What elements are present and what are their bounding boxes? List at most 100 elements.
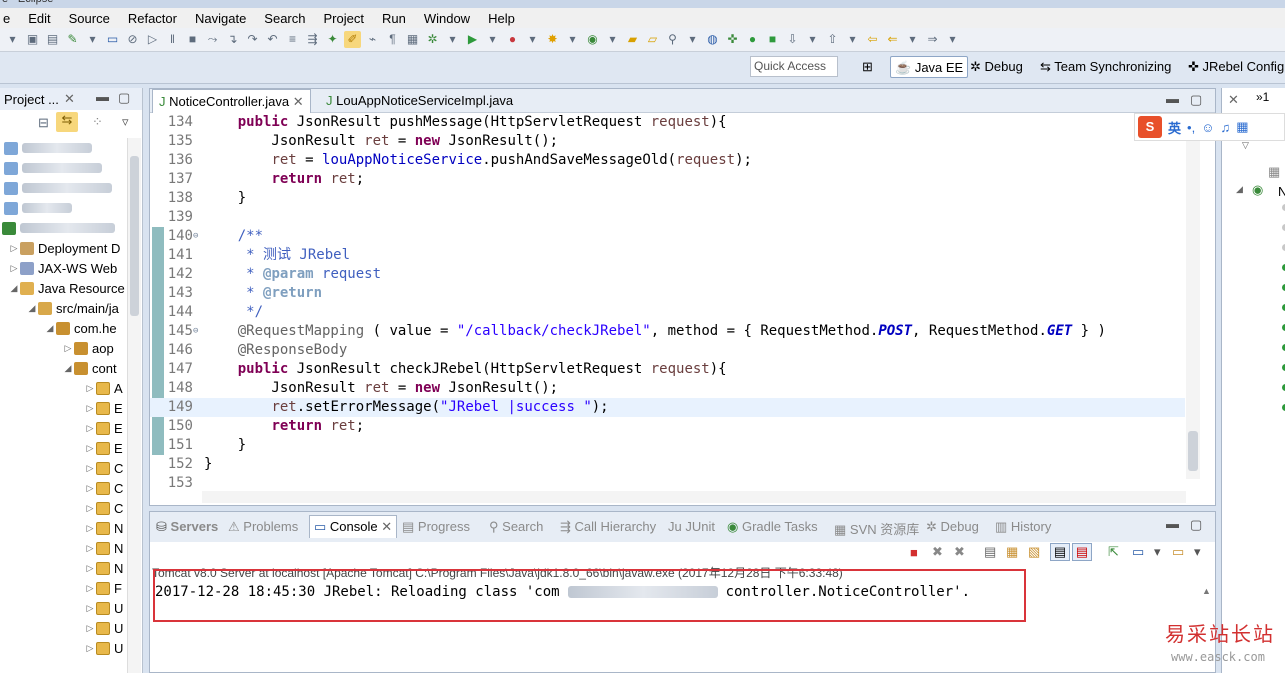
tree-item-src-main[interactable]: ◢ src/main/ja <box>26 298 119 318</box>
dropdown-arrow-icon[interactable]: ▾ <box>684 31 701 48</box>
code-area[interactable]: 134 public JsonResult pushMessage(HttpSe… <box>150 113 1185 493</box>
explorer-scrollbar[interactable] <box>127 138 141 673</box>
expand-arrow-icon[interactable]: ▷ <box>84 623 96 634</box>
toggle-mark-occurrences-icon[interactable]: ✐ <box>344 31 361 48</box>
ime-language[interactable]: 英 <box>1168 118 1181 137</box>
minimize-icon[interactable]: ▬ <box>1166 91 1179 106</box>
link-with-editor-icon[interactable]: ⇆ <box>56 112 78 132</box>
tree-item-class[interactable]: ▷ U <box>84 598 124 618</box>
forward-icon[interactable]: ⇒ <box>924 31 941 48</box>
expand-arrow-icon[interactable]: ▷ <box>8 243 20 254</box>
tree-item-aop[interactable]: ▷ aop <box>62 338 114 358</box>
step-return-icon[interactable]: ↶ <box>264 31 281 48</box>
tree-item-class[interactable]: ▷ N <box>84 518 124 538</box>
tree-item-class[interactable]: ▷ E <box>84 418 123 438</box>
menu-run[interactable]: Run <box>373 11 415 26</box>
minimize-icon[interactable]: ▬ <box>1166 516 1179 531</box>
tree-item-class[interactable]: ▷ U <box>84 618 124 638</box>
tab-svn[interactable]: ▦ SVN 资源库 <box>834 519 919 538</box>
block-selection-icon[interactable]: ▦ <box>404 31 421 48</box>
open-type-icon[interactable]: ✦ <box>324 31 341 48</box>
previous-annotation-icon[interactable]: ⇧ <box>824 31 841 48</box>
run-external-tools-icon[interactable]: ● <box>504 31 521 48</box>
menu-help[interactable]: Help <box>479 11 524 26</box>
minimize-icon[interactable]: ▬ <box>96 89 109 104</box>
filters-icon[interactable]: ⁘ <box>92 114 103 130</box>
search-icon[interactable]: ⚲ <box>664 31 681 48</box>
expand-arrow-icon[interactable]: ▷ <box>84 423 96 434</box>
resume-icon[interactable]: ▷ <box>144 31 161 48</box>
close-icon[interactable]: ✕ <box>293 94 304 109</box>
project-explorer-title[interactable]: Project ... <box>4 92 59 107</box>
clear-console-icon[interactable]: ▤ <box>984 544 996 560</box>
expand-arrow-icon[interactable]: ▷ <box>84 403 96 414</box>
expand-arrow-icon[interactable]: ▷ <box>84 483 96 494</box>
show-whitespace-icon[interactable]: ¶ <box>384 31 401 48</box>
open-task-icon[interactable]: ▱ <box>644 31 661 48</box>
jrebel-icon[interactable]: ✜ <box>724 31 741 48</box>
last-edit-location-icon[interactable]: ⇦ <box>864 31 881 48</box>
tree-item-java-resources[interactable]: ◢ Java Resource <box>8 278 125 298</box>
next-annotation-icon[interactable]: ⇩ <box>784 31 801 48</box>
tree-item-blurred[interactable] <box>4 178 112 198</box>
remove-all-terminated-icon[interactable]: ✖ <box>954 544 965 560</box>
close-icon[interactable]: ✕ <box>64 91 75 107</box>
disconnect-icon[interactable]: ⤳ <box>204 31 221 48</box>
maximize-icon[interactable]: ▢ <box>1190 517 1202 533</box>
keyboard-icon[interactable]: ▦ <box>1236 119 1248 135</box>
dropdown-arrow-icon[interactable]: ▾ <box>484 31 501 48</box>
open-perspective-icon[interactable]: ⊞ <box>858 56 877 78</box>
tab-gradle-tasks[interactable]: ◉ Gradle Tasks <box>727 519 818 535</box>
step-over-icon[interactable]: ↷ <box>244 31 261 48</box>
tree-item-class[interactable]: ▷ C <box>84 498 124 518</box>
collapse-arrow-icon[interactable]: ◢ <box>1236 184 1243 195</box>
tree-item-package[interactable]: ◢ com.he <box>44 318 117 338</box>
tree-item-class[interactable]: ▷ E <box>84 438 123 458</box>
tab-console[interactable]: ▭ Console ✕ <box>309 515 398 538</box>
skip-breakpoints-icon[interactable]: ⊘ <box>124 31 141 48</box>
expand-arrow-icon[interactable]: ▷ <box>84 563 96 574</box>
close-icon[interactable]: ✕ <box>1228 92 1239 108</box>
perspective-jrebel-config[interactable]: ✜ JRebel Config <box>1184 56 1285 78</box>
microphone-icon[interactable]: ♫ <box>1220 120 1230 135</box>
dropdown-arrow-icon[interactable]: ▾ <box>904 31 921 48</box>
display-console-icon[interactable]: ▭ <box>1132 544 1144 560</box>
tree-item-blurred[interactable] <box>4 198 72 218</box>
menu-refactor[interactable]: Refactor <box>119 11 186 26</box>
more-views-icon[interactable]: »1 <box>1256 90 1269 104</box>
open-folder-icon[interactable]: ▰ <box>624 31 641 48</box>
terminal-icon[interactable]: ▭ <box>104 31 121 48</box>
maximize-icon[interactable]: ▢ <box>118 90 130 106</box>
tree-item-class[interactable]: ▷ C <box>84 478 124 498</box>
terminate-icon[interactable]: ■ <box>184 31 201 48</box>
save-all-icon[interactable]: ▤ <box>44 31 61 48</box>
expand-arrow-icon[interactable]: ▷ <box>84 463 96 474</box>
start-server-icon[interactable]: ● <box>744 31 761 48</box>
debug-icon[interactable]: ✲ <box>424 31 441 48</box>
fold-icon[interactable]: ⊖ <box>193 227 198 246</box>
drop-to-frame-icon[interactable]: ≡ <box>284 31 301 48</box>
dropdown-arrow-icon[interactable]: ▾ <box>564 31 581 48</box>
step-into-icon[interactable]: ↴ <box>224 31 241 48</box>
menu-source[interactable]: Source <box>60 11 119 26</box>
perspective-debug[interactable]: ✲ Debug <box>966 56 1027 78</box>
fold-icon[interactable]: ⊖ <box>193 322 198 341</box>
tree-item-class[interactable]: ▷ A <box>84 378 123 398</box>
collapse-arrow-icon[interactable]: ◢ <box>44 323 56 334</box>
perspective-team-sync[interactable]: ⇆ Team Synchronizing <box>1036 56 1175 78</box>
tab-lou-app-notice-service[interactable]: J LouAppNoticeServiceImpl.java <box>320 89 519 113</box>
punctuation-icon[interactable]: •, <box>1187 120 1195 135</box>
back-icon[interactable]: ⇐ <box>884 31 901 48</box>
dropdown-arrow-icon[interactable]: ▾ <box>444 31 461 48</box>
collapse-arrow-icon[interactable]: ◢ <box>62 363 74 374</box>
tree-item-blurred[interactable] <box>4 138 92 158</box>
expand-arrow-icon[interactable]: ▷ <box>84 543 96 554</box>
expand-arrow-icon[interactable]: ▷ <box>84 383 96 394</box>
tab-search[interactable]: ⚲ Search <box>489 519 543 535</box>
toggle-breadcrumb-icon[interactable]: ⌁ <box>364 31 381 48</box>
expand-arrow-icon[interactable]: ▷ <box>84 583 96 594</box>
dropdown-arrow-icon[interactable]: ▾ <box>804 31 821 48</box>
dropdown-arrow-icon[interactable]: ▾ <box>4 31 21 48</box>
remove-launch-icon[interactable]: ✖ <box>932 544 943 560</box>
close-icon[interactable]: ✕ <box>381 519 392 534</box>
